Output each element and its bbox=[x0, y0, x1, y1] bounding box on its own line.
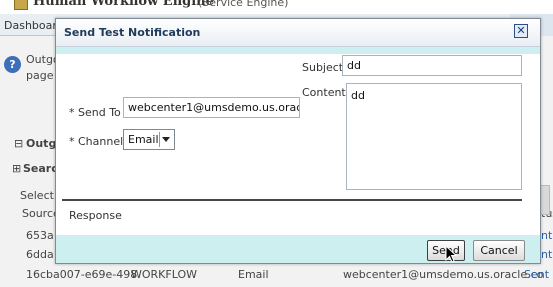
dialog-body: Subject dd Content dd * Send To webcente… bbox=[56, 54, 540, 235]
dialog-top-accent bbox=[56, 47, 540, 54]
scrollbar[interactable] bbox=[540, 185, 550, 215]
close-icon[interactable]: ✕ bbox=[514, 24, 528, 38]
description-line-2: page bbox=[26, 69, 54, 82]
dialog-footer: Send Cancel bbox=[56, 235, 540, 263]
row-2-id: 6dda bbox=[26, 248, 54, 261]
question-circle-icon: ? bbox=[4, 56, 21, 73]
content-label: Content bbox=[302, 86, 346, 99]
row-1-id: 653a bbox=[26, 229, 54, 242]
row-3-id: 16cba007-e69e-498 bbox=[26, 268, 138, 281]
subject-label: Subject bbox=[302, 61, 344, 74]
collapse-section-icon[interactable]: ⊟ bbox=[14, 137, 23, 150]
response-divider bbox=[62, 199, 522, 201]
mouse-pointer-icon bbox=[445, 245, 457, 263]
row-2-status[interactable]: nt bbox=[541, 248, 552, 261]
row-3-component: WORKFLOW bbox=[131, 268, 197, 281]
response-label: Response bbox=[69, 209, 122, 222]
expand-search-icon[interactable]: ⊞ bbox=[12, 162, 21, 175]
channel-label: * Channel bbox=[69, 135, 124, 148]
send-to-label: * Send To bbox=[69, 106, 121, 119]
select-divider bbox=[159, 132, 160, 147]
row-3-address: webcenter1@umsdemo.us.oracle.co bbox=[343, 268, 544, 281]
dialog-titlebar[interactable]: Send Test Notification ✕ bbox=[56, 19, 540, 47]
row-3-channel: Email bbox=[238, 268, 269, 281]
cancel-button[interactable]: Cancel bbox=[473, 240, 525, 261]
dialog-title: Send Test Notification bbox=[64, 26, 201, 39]
app-header: Human Workflow Engine (Service Engine) bbox=[0, 0, 553, 14]
section-heading: Outg bbox=[26, 137, 57, 150]
send-test-notification-dialog: Send Test Notification ✕ Subject dd Cont… bbox=[55, 18, 541, 264]
channel-selected-value: Email bbox=[128, 133, 159, 146]
select-label: Select bbox=[20, 189, 54, 202]
row-3-status[interactable]: Sent bbox=[524, 268, 549, 281]
subject-field[interactable]: dd bbox=[342, 55, 522, 76]
row-1-status[interactable]: nt bbox=[541, 229, 552, 242]
app-title: Human Workflow Engine bbox=[33, 0, 214, 9]
search-heading[interactable]: Searc bbox=[23, 162, 58, 175]
app-subtitle: (Service Engine) bbox=[198, 0, 289, 9]
send-to-field[interactable]: webcenter1@umsdemo.us.oracle.c bbox=[123, 97, 300, 118]
app-logo-icon bbox=[14, 0, 28, 10]
content-textarea[interactable]: dd bbox=[346, 83, 522, 190]
chevron-down-icon bbox=[162, 137, 170, 142]
channel-select[interactable]: Email bbox=[123, 129, 175, 150]
